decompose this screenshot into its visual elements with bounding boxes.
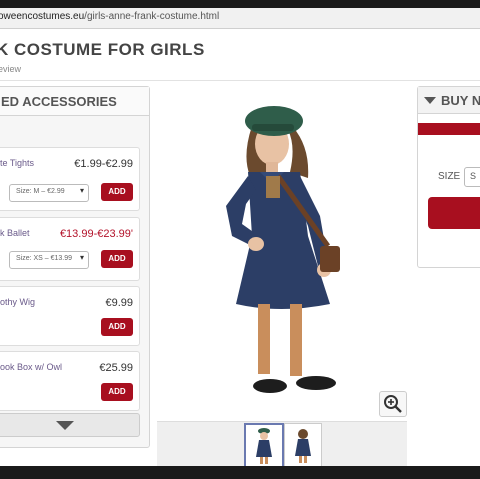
magnifier-plus-icon bbox=[384, 395, 402, 413]
thumbnail-front[interactable] bbox=[244, 423, 284, 469]
window-top-bar bbox=[0, 0, 480, 8]
url-text[interactable]: oweencostumes.eu/girls-anne-frank-costum… bbox=[0, 11, 219, 22]
accessories-panel: ED ACCESSORIES te Tights €1.99-€2.99 Siz… bbox=[0, 86, 150, 448]
accessory-size-select[interactable]: Size: M – €2.99 ▾ bbox=[9, 184, 89, 202]
accessory-card-book-box: ook Box w/ Owl €25.99 ADD bbox=[0, 351, 140, 411]
page-title: K COSTUME FOR GIRLS bbox=[0, 40, 205, 59]
accessory-card-wig: othy Wig €9.99 ADD bbox=[0, 286, 140, 346]
accessory-name[interactable]: te Tights bbox=[0, 158, 34, 168]
select-caret-icon: ▾ bbox=[79, 253, 84, 262]
accessories-header: ED ACCESSORIES bbox=[0, 87, 149, 116]
accessory-price: €9.99 bbox=[105, 297, 133, 309]
add-to-cart-button[interactable] bbox=[428, 197, 480, 229]
accessory-card-ballet: k Ballet €13.99-€23.99' Size: XS – €13.9… bbox=[0, 217, 140, 281]
thumbnail-strip bbox=[157, 421, 407, 469]
price-banner bbox=[418, 123, 480, 135]
thumbnail-back[interactable] bbox=[284, 423, 322, 467]
browser-screen: oweencostumes.eu/girls-anne-frank-costum… bbox=[0, 0, 480, 479]
accessory-price: €1.99-€2.99 bbox=[74, 158, 133, 170]
costume-model-illustration bbox=[226, 106, 340, 393]
header-divider bbox=[0, 80, 480, 81]
accessory-size-select[interactable]: Size: XS – €13.99 ▾ bbox=[9, 251, 89, 269]
add-button[interactable]: ADD bbox=[101, 183, 133, 201]
add-button[interactable]: ADD bbox=[101, 250, 133, 268]
zoom-button[interactable] bbox=[379, 391, 407, 417]
add-button[interactable]: ADD bbox=[101, 318, 133, 336]
accessory-name[interactable]: k Ballet bbox=[0, 228, 30, 238]
accessory-card-tights: te Tights €1.99-€2.99 Size: M – €2.99 ▾ … bbox=[0, 147, 140, 211]
address-bar[interactable]: oweencostumes.eu/girls-anne-frank-costum… bbox=[0, 8, 480, 29]
window-bottom-bar bbox=[0, 466, 480, 479]
select-value: Size: M – €2.99 bbox=[16, 188, 65, 195]
chevron-down-icon bbox=[56, 421, 74, 430]
select-caret-icon: ▾ bbox=[79, 186, 84, 195]
accessory-price: €13.99-€23.99' bbox=[59, 228, 133, 240]
size-select[interactable]: S bbox=[464, 167, 480, 187]
thumbnail-image bbox=[295, 429, 311, 463]
product-image[interactable] bbox=[160, 86, 404, 422]
thumbnail-image bbox=[256, 428, 272, 464]
buy-header[interactable]: BUY N bbox=[418, 87, 480, 114]
review-link[interactable]: eview bbox=[0, 64, 21, 74]
size-value: S bbox=[470, 171, 477, 181]
show-more-accessories-button[interactable] bbox=[0, 413, 140, 437]
buy-panel: BUY N SIZE S bbox=[417, 86, 480, 268]
size-label: SIZE bbox=[438, 171, 461, 182]
url-host: oweencostumes.eu bbox=[0, 11, 85, 22]
select-value: Size: XS – €13.99 bbox=[16, 255, 73, 262]
url-path: /girls-anne-frank-costume.html bbox=[84, 11, 220, 22]
accessory-name[interactable]: ook Box w/ Owl bbox=[0, 362, 62, 372]
add-button[interactable]: ADD bbox=[101, 383, 133, 401]
accessories-title: ED ACCESSORIES bbox=[1, 94, 117, 109]
accessory-name[interactable]: othy Wig bbox=[0, 297, 35, 307]
buy-title: BUY N bbox=[441, 93, 480, 108]
accessory-price: €25.99 bbox=[99, 362, 133, 374]
chevron-down-icon bbox=[424, 97, 436, 104]
